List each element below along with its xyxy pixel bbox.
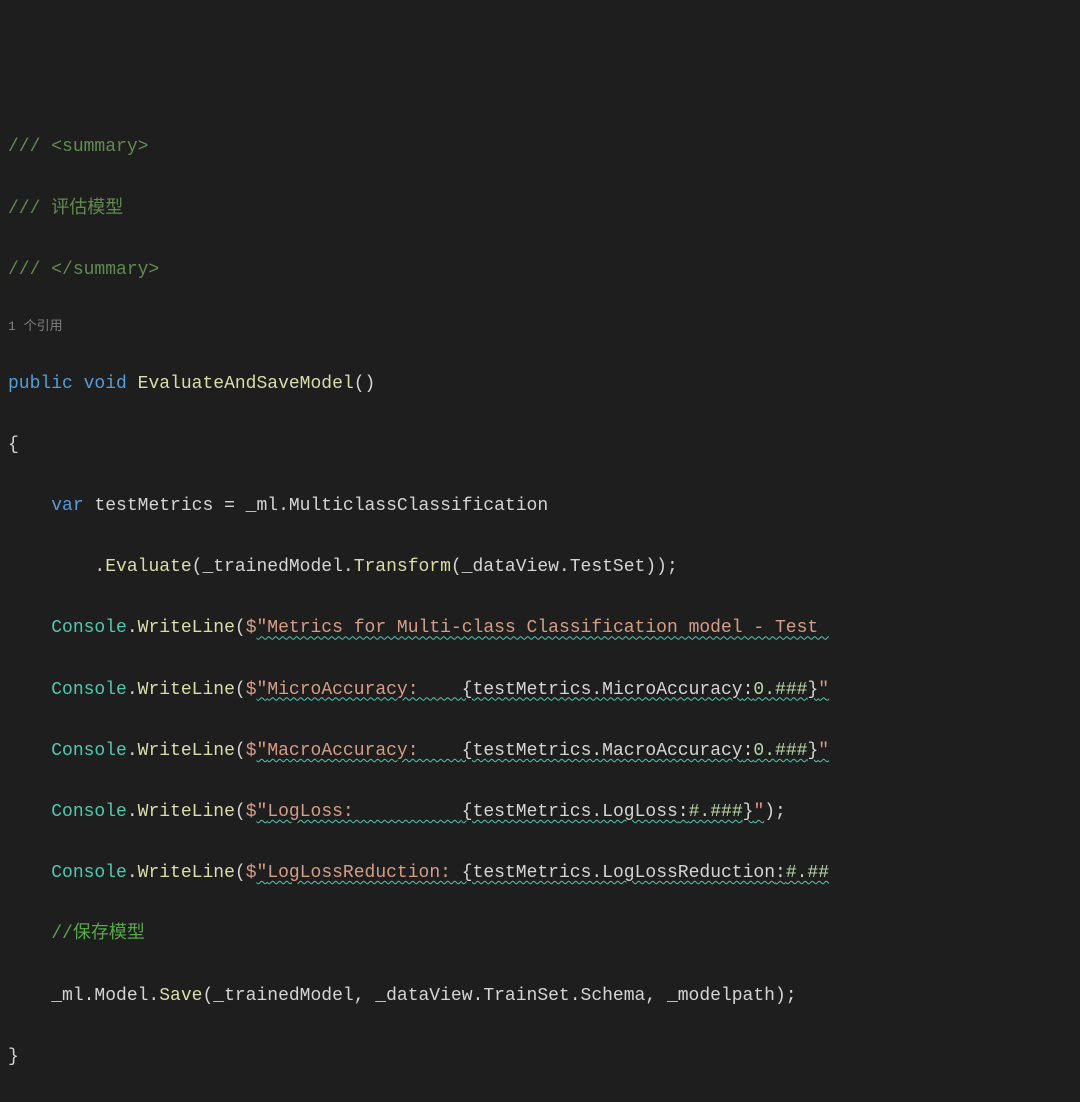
- class-console: Console: [51, 618, 127, 638]
- xml-comment-prefix: ///: [8, 260, 51, 280]
- code-line-10[interactable]: Console.WriteLine($"MicroAccuracy: {test…: [8, 675, 1072, 706]
- keyword-void: void: [84, 374, 127, 394]
- interp-expr: testMetrics.MacroAccuracy: [473, 741, 743, 761]
- xml-summary-open: <summary>: [51, 137, 148, 157]
- string-microaccuracy: MicroAccuracy:: [267, 680, 461, 700]
- format-spec: #.##: [786, 863, 829, 883]
- code-line-14[interactable]: //保存模型: [8, 919, 1072, 950]
- method-writeline: WriteLine: [138, 802, 235, 822]
- expression: _ml.MulticlassClassification: [246, 496, 548, 516]
- open-brace: {: [8, 435, 19, 455]
- xml-comment-prefix: ///: [8, 137, 51, 157]
- code-line-13[interactable]: Console.WriteLine($"LogLossReduction: {t…: [8, 858, 1072, 889]
- method-name: EvaluateAndSaveModel: [138, 374, 354, 394]
- code-line-7[interactable]: var testMetrics = _ml.MulticlassClassifi…: [8, 491, 1072, 522]
- string-metrics: "Metrics for Multi-class Classification …: [257, 618, 830, 638]
- method-writeline: WriteLine: [138, 618, 235, 638]
- keyword-var: var: [51, 496, 83, 516]
- close-brace: }: [8, 1047, 19, 1067]
- code-line-12[interactable]: Console.WriteLine($"LogLoss: {testMetric…: [8, 797, 1072, 828]
- format-spec: 0.###: [753, 741, 807, 761]
- xml-comment-prefix: ///: [8, 199, 51, 219]
- code-line-5[interactable]: public void EvaluateAndSaveModel(): [8, 369, 1072, 400]
- code-line-11[interactable]: Console.WriteLine($"MacroAccuracy: {test…: [8, 736, 1072, 767]
- string-loglossreduction: LogLossReduction:: [267, 863, 461, 883]
- class-console: Console: [51, 802, 127, 822]
- code-line-6[interactable]: {: [8, 430, 1072, 461]
- code-line-16[interactable]: }: [8, 1042, 1072, 1073]
- reference-count: 1 个引用: [8, 319, 63, 334]
- class-console: Console: [51, 741, 127, 761]
- expression: _ml.Model.: [51, 986, 159, 1006]
- code-line-8[interactable]: .Evaluate(_trainedModel.Transform(_dataV…: [8, 552, 1072, 583]
- keyword-public: public: [8, 374, 73, 394]
- xml-summary-close: </summary>: [51, 260, 159, 280]
- code-line-9[interactable]: Console.WriteLine($"Metrics for Multi-cl…: [8, 613, 1072, 644]
- string-logloss: LogLoss:: [267, 802, 461, 822]
- variable-name: testMetrics: [94, 496, 213, 516]
- comment-save-model: //保存模型: [51, 924, 145, 944]
- interp-expr: testMetrics.LogLoss: [473, 802, 678, 822]
- string-macroaccuracy: MacroAccuracy:: [267, 741, 461, 761]
- code-line-3[interactable]: /// </summary>: [8, 255, 1072, 286]
- class-console: Console: [51, 863, 127, 883]
- code-line-2[interactable]: /// 评估模型: [8, 194, 1072, 225]
- method-save: Save: [159, 986, 202, 1006]
- method-writeline: WriteLine: [138, 863, 235, 883]
- format-spec: #.###: [689, 802, 743, 822]
- codelens-references[interactable]: 1 个引用: [8, 316, 1072, 338]
- method-transform: Transform: [354, 557, 451, 577]
- code-line-15[interactable]: _ml.Model.Save(_trainedModel, _dataView.…: [8, 981, 1072, 1012]
- interp-expr: testMetrics.LogLossReduction: [473, 863, 775, 883]
- class-console: Console: [51, 680, 127, 700]
- format-spec: 0.###: [753, 680, 807, 700]
- method-evaluate: Evaluate: [105, 557, 191, 577]
- parens: (): [354, 374, 376, 394]
- code-line-1[interactable]: /// <summary>: [8, 132, 1072, 163]
- xml-comment-text: 评估模型: [51, 199, 123, 219]
- method-writeline: WriteLine: [138, 741, 235, 761]
- method-writeline: WriteLine: [138, 680, 235, 700]
- interp-expr: testMetrics.MicroAccuracy: [473, 680, 743, 700]
